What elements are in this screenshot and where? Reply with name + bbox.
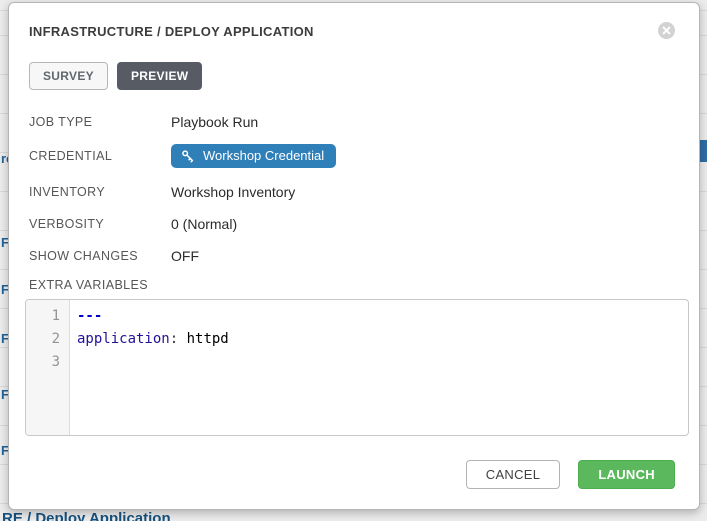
modal-header: INFRASTRUCTURE / DEPLOY APPLICATION bbox=[29, 21, 675, 42]
field-value: Workshop Inventory bbox=[171, 184, 295, 200]
line-number: 3 bbox=[26, 351, 69, 374]
field-value: Playbook Run bbox=[171, 114, 258, 130]
page-title: INFRASTRUCTURE / DEPLOY APPLICATION bbox=[29, 21, 314, 39]
close-icon[interactable] bbox=[658, 22, 675, 42]
code-line: --- bbox=[77, 305, 688, 328]
background-accent-block bbox=[700, 140, 707, 162]
tab-bar: SURVEY PREVIEW bbox=[29, 62, 675, 90]
field-job-type: JOB TYPE Playbook Run bbox=[29, 112, 675, 132]
field-label: CREDENTIAL bbox=[29, 149, 171, 163]
yaml-value: httpd bbox=[178, 331, 229, 347]
clipped-row-text: RE / Deploy Application bbox=[2, 511, 322, 521]
line-number: 2 bbox=[26, 328, 69, 351]
tab-preview[interactable]: PREVIEW bbox=[117, 62, 202, 90]
code-line: application: httpd bbox=[77, 328, 688, 351]
modal-footer: CANCEL LAUNCH bbox=[466, 460, 675, 489]
field-value: OFF bbox=[171, 248, 199, 264]
field-verbosity: VERBOSITY 0 (Normal) bbox=[29, 214, 675, 234]
field-list: JOB TYPE Playbook Run CREDENTIAL Worksho… bbox=[29, 112, 675, 266]
field-label: JOB TYPE bbox=[29, 115, 171, 129]
credential-badge[interactable]: Workshop Credential bbox=[171, 144, 336, 168]
credential-badge-label: Workshop Credential bbox=[203, 148, 324, 163]
field-label: SHOW CHANGES bbox=[29, 249, 171, 263]
extra-variables-editor[interactable]: 1 2 3 --- application: httpd bbox=[25, 299, 689, 436]
field-credential: CREDENTIAL Workshop Credential bbox=[29, 144, 675, 168]
field-label: VERBOSITY bbox=[29, 217, 171, 231]
screen: rc F F F F F RE / Deploy Application INF… bbox=[0, 0, 707, 521]
cancel-button[interactable]: CANCEL bbox=[466, 460, 561, 489]
line-number: 1 bbox=[26, 305, 69, 328]
code-line bbox=[77, 351, 688, 374]
tab-survey[interactable]: SURVEY bbox=[29, 62, 108, 90]
field-show-changes: SHOW CHANGES OFF bbox=[29, 246, 675, 266]
launch-button[interactable]: LAUNCH bbox=[578, 460, 675, 489]
yaml-colon: : bbox=[170, 331, 178, 347]
field-label: INVENTORY bbox=[29, 185, 171, 199]
extra-variables-section: EXTRA VARIABLES 1 2 3 --- application: h… bbox=[29, 278, 675, 436]
yaml-doc-start: --- bbox=[77, 308, 102, 324]
deploy-application-modal: INFRASTRUCTURE / DEPLOY APPLICATION SURV… bbox=[8, 2, 700, 510]
field-inventory: INVENTORY Workshop Inventory bbox=[29, 182, 675, 202]
yaml-key: application bbox=[77, 331, 170, 347]
key-icon bbox=[181, 149, 195, 163]
field-value: 0 (Normal) bbox=[171, 216, 237, 232]
editor-code-area[interactable]: --- application: httpd bbox=[70, 300, 688, 435]
editor-gutter: 1 2 3 bbox=[26, 300, 70, 435]
extra-variables-label: EXTRA VARIABLES bbox=[29, 278, 675, 292]
